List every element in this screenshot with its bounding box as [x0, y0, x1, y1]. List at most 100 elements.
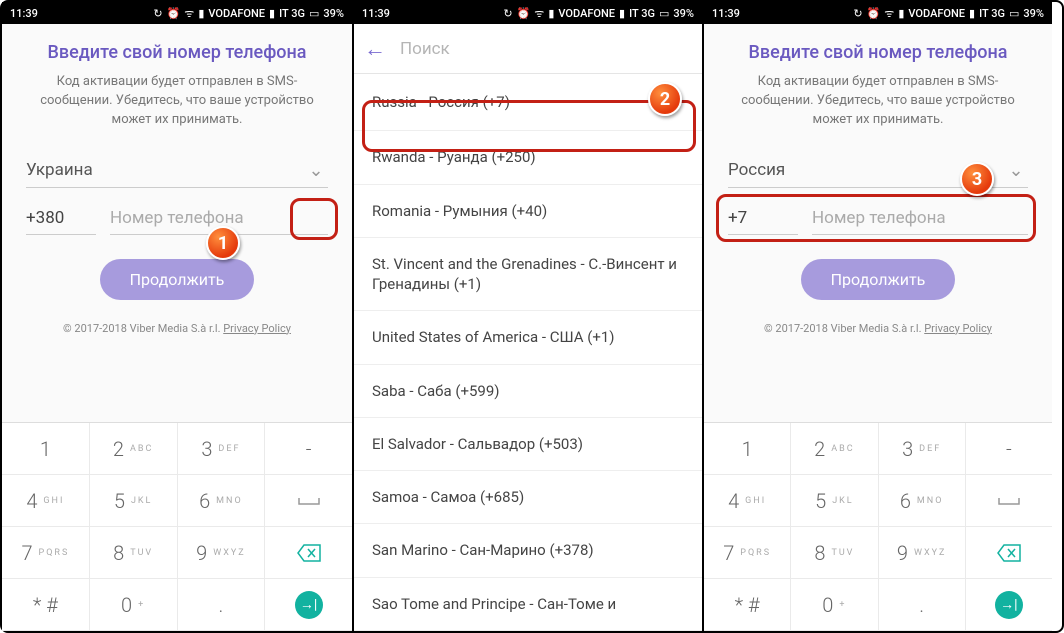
country-item[interactable]: El Salvador - Сальвадор (+503) — [354, 418, 702, 471]
signal-icon-2: ▮ — [619, 7, 625, 20]
battery-icon: ▭ — [309, 7, 319, 20]
continue-button[interactable]: Продолжить — [100, 259, 255, 300]
country-item[interactable]: Sao Tome and Principe - Сан-Томе и — [354, 578, 702, 631]
key-9[interactable]: 9WXYZ — [178, 527, 266, 579]
signal-icon: ▮ — [548, 7, 554, 20]
key-digit: 0 — [121, 593, 132, 617]
go-key[interactable]: →| — [265, 579, 352, 631]
sync-icon: ↻ — [153, 7, 162, 20]
space-key[interactable] — [265, 475, 352, 527]
key-* #[interactable]: * # — [2, 579, 90, 631]
carrier: VODAFONE — [208, 7, 265, 20]
key-8[interactable]: 8TUV — [791, 527, 878, 579]
key-2[interactable]: 2ABC — [791, 423, 878, 475]
key-5[interactable]: 5JKL — [791, 475, 878, 527]
country-item-label: Samoa - Самоа (+685) — [372, 487, 524, 507]
country-item[interactable]: Rwanda - Руанда (+250) — [354, 131, 702, 184]
phone-input[interactable]: Номер телефона — [110, 202, 328, 235]
country-item[interactable]: St. Vincent and the Grenadines - С.-Винс… — [354, 238, 702, 312]
key-6[interactable]: 6MNO — [178, 475, 266, 527]
key-digit: * # — [735, 593, 760, 617]
key-digit: 6 — [900, 489, 911, 513]
key-1[interactable]: 1 — [704, 423, 791, 475]
key-9[interactable]: 9WXYZ — [879, 527, 966, 579]
privacy-policy-link[interactable]: Privacy Policy — [924, 322, 992, 335]
country-item-label: St. Vincent and the Grenadines - С.-Винс… — [372, 254, 684, 295]
key-5[interactable]: 5JKL — [90, 475, 178, 527]
privacy-policy-link[interactable]: Privacy Policy — [223, 322, 291, 335]
country-item-label: El Salvador - Сальвадор (+503) — [372, 434, 583, 454]
key-3[interactable]: 3DEF — [178, 423, 266, 475]
key-letters: GHI — [43, 496, 64, 506]
continue-button[interactable]: Продолжить — [801, 259, 956, 300]
keypad: 1 2 ABC 3DEF - 4 GHI 5JKL6MNO 7 PQRS 8TUV9WXYZ * # 0… — [2, 422, 352, 631]
signal-icon-2: ▮ — [969, 7, 975, 20]
carrier: VODAFONE — [558, 7, 615, 20]
space-key[interactable] — [966, 475, 1052, 527]
key-3[interactable]: 3DEF — [879, 423, 966, 475]
phone-input[interactable]: Номер телефона — [812, 202, 1028, 235]
key-letters: ABC — [130, 444, 153, 454]
key-4[interactable]: 4GHI — [704, 475, 791, 527]
key-6[interactable]: 6MNO — [879, 475, 966, 527]
phone-3: 11:39 ↻ ⏰ ᯤ ▮ VODAFONE ▮ IT 3G ▭ 39% Вве… — [702, 2, 1052, 631]
country-item[interactable]: Romania - Румыния (+40) — [354, 185, 702, 238]
backspace-key[interactable] — [265, 527, 352, 579]
key-digit: . — [218, 593, 223, 617]
key-2[interactable]: 2 ABC — [90, 423, 178, 475]
key-letters: GHI — [745, 496, 766, 506]
key-letters: DEF — [218, 444, 240, 454]
net-type: IT 3G — [979, 7, 1005, 20]
page-subtitle: Код активации будет отправлен в SMS-сооб… — [728, 73, 1028, 130]
battery-pct: 39% — [673, 7, 694, 20]
key-8[interactable]: 8TUV — [90, 527, 178, 579]
key-digit: 1 — [40, 437, 51, 461]
key-4[interactable]: 4 GHI — [2, 475, 90, 527]
battery-pct: 39% — [1023, 7, 1044, 20]
key-0[interactable]: 0+ — [90, 579, 178, 631]
key-0[interactable]: 0+ — [791, 579, 878, 631]
country-item-label: San Marino - Сан-Марино (+378) — [372, 540, 594, 560]
country-item[interactable]: United States of America - США (+1) — [354, 311, 702, 364]
go-key[interactable]: →| — [966, 579, 1052, 631]
key-digit: - — [306, 437, 312, 461]
signal-icon: ▮ — [198, 7, 204, 20]
key-.[interactable]: . — [879, 579, 966, 631]
search-input[interactable]: Поиск — [400, 39, 450, 59]
footer: © 2017-2018 Viber Media S.à r.l. Privacy… — [26, 322, 328, 335]
key-digit: * # — [33, 593, 58, 617]
key-7[interactable]: 7 PQRS — [2, 527, 90, 579]
key-digit: 7 — [723, 541, 734, 565]
key--[interactable]: - — [265, 423, 352, 475]
back-arrow-icon[interactable]: ← — [364, 36, 386, 62]
key-letters: JKL — [131, 496, 152, 506]
key--[interactable]: - — [966, 423, 1052, 475]
key-digit: 2 — [113, 437, 124, 461]
key-digit: 4 — [26, 489, 37, 513]
key-* #[interactable]: * # — [704, 579, 791, 631]
chevron-down-icon: ⌄ — [1004, 160, 1028, 181]
country-item-label: Rwanda - Руанда (+250) — [372, 147, 536, 167]
country-item-label: Sao Tome and Principe - Сан-Томе и — [372, 594, 616, 614]
country-selector[interactable]: Россия ⌄ — [728, 154, 1028, 188]
key-letters: ABC — [831, 444, 854, 454]
key-digit: 7 — [21, 541, 32, 565]
country-list: Russia - Россия (+7) ✓ Rwanda - Руанда (… — [354, 74, 702, 631]
page-subtitle: Код активации будет отправлен в SMS-сооб… — [26, 73, 328, 130]
key-letters: + — [138, 600, 145, 610]
key-letters: + — [839, 600, 846, 610]
key-letters: WXYZ — [213, 548, 245, 558]
country-item[interactable]: Samoa - Самоа (+685) — [354, 471, 702, 524]
key-digit: 0 — [822, 593, 833, 617]
key-1[interactable]: 1 — [2, 423, 90, 475]
key-.[interactable]: . — [178, 579, 266, 631]
key-7[interactable]: 7PQRS — [704, 527, 791, 579]
country-item[interactable]: San Marino - Сан-Марино (+378) — [354, 524, 702, 577]
country-item[interactable]: Saba - Саба (+599) — [354, 365, 702, 418]
key-letters: PQRS — [39, 548, 70, 558]
country-item-russia[interactable]: Russia - Россия (+7) ✓ — [354, 74, 702, 131]
key-letters: JKL — [832, 496, 853, 506]
key-letters: MNO — [216, 496, 242, 506]
backspace-key[interactable] — [966, 527, 1052, 579]
country-selector[interactable]: Украина ⌄ — [26, 154, 328, 188]
